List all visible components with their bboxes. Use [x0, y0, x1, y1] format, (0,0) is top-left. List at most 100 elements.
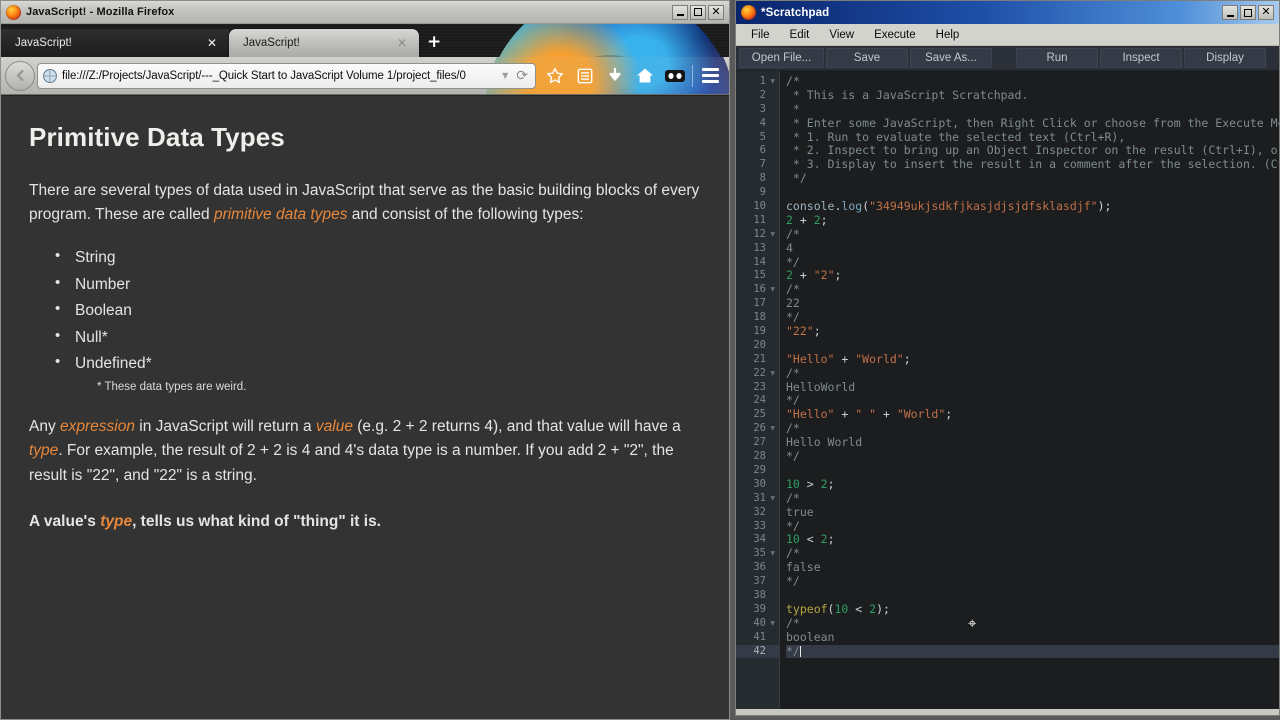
- new-tab-button[interactable]: +: [419, 34, 451, 57]
- code-token: +: [792, 268, 814, 283]
- code-token: /*: [786, 615, 800, 630]
- code-token: "World": [855, 351, 904, 366]
- hamburger-menu-icon[interactable]: [695, 61, 725, 91]
- line-number: 16 ▼: [753, 283, 775, 297]
- code-line: *: [786, 101, 1279, 117]
- para2-part-b: in JavaScript will return a: [134, 417, 316, 435]
- firefox-logo-icon: [741, 5, 756, 20]
- code-token: */: [786, 254, 800, 269]
- code-line: /*: [786, 226, 1279, 242]
- code-token: ;: [945, 407, 953, 422]
- line-number: 17: [753, 297, 766, 310]
- line-number: 29: [753, 463, 766, 476]
- code-token: false: [786, 560, 821, 575]
- code-line: 10 > 2;: [786, 476, 1279, 492]
- scratchpad-titlebar[interactable]: *Scratchpad ✕: [736, 1, 1279, 24]
- chevron-down-icon[interactable]: ▼: [497, 71, 513, 80]
- menu-file[interactable]: File: [742, 27, 779, 43]
- home-icon[interactable]: [630, 61, 660, 91]
- firefox-titlebar[interactable]: JavaScript! - Mozilla Firefox ✕: [1, 1, 729, 24]
- inspect-button[interactable]: Inspect: [1100, 48, 1182, 68]
- code-token: *: [786, 101, 800, 116]
- code-token: +: [834, 351, 856, 366]
- back-button[interactable]: [5, 60, 35, 91]
- code-token: "World": [896, 407, 946, 422]
- code-line: console.log("34949ukjsdkfjkasjdjsjdfskla…: [786, 199, 1279, 214]
- code-line: boolean: [786, 629, 1279, 645]
- bookmark-star-icon[interactable]: [540, 61, 570, 91]
- fold-arrow-icon[interactable]: ▼: [769, 492, 775, 506]
- list-item: Number: [53, 272, 701, 297]
- menu-view[interactable]: View: [820, 27, 863, 43]
- maximize-button[interactable]: [1240, 5, 1256, 20]
- code-token: >: [799, 476, 821, 491]
- maximize-button[interactable]: [690, 4, 706, 20]
- para3-emphasis-type: type: [100, 513, 133, 531]
- code-line: /*: [786, 366, 1279, 381]
- para2-emphasis-expression: expression: [60, 417, 135, 435]
- code-token: boolean: [786, 629, 835, 644]
- menu-help[interactable]: Help: [927, 27, 969, 43]
- fold-arrow-icon[interactable]: ▼: [769, 283, 775, 297]
- code-line: /*: [786, 282, 1279, 297]
- code-line: 2 + 2;: [786, 212, 1279, 228]
- code-token: ;: [813, 324, 821, 339]
- code-line: false: [786, 560, 1279, 575]
- page-content: Primitive Data Types There are several t…: [1, 95, 729, 719]
- line-number: 39: [753, 602, 766, 615]
- code-token: /*: [786, 226, 800, 241]
- page-paragraph-1: There are several types of data used in …: [29, 179, 701, 228]
- fold-arrow-icon[interactable]: ▼: [769, 75, 775, 89]
- address-bar[interactable]: file:///Z:/Projects/JavaScript/---_Quick…: [37, 62, 536, 89]
- scratchpad-code-editor[interactable]: 1 ▼ 2 3 4 5 6 7 8 9 10 11 12 ▼ 13 14 15 16 ▼ 17 18 19 20 21 22 ▼ 2…: [736, 71, 1279, 709]
- display-button[interactable]: Display: [1184, 48, 1266, 68]
- line-number: 8: [759, 172, 766, 185]
- minimize-button[interactable]: [672, 4, 688, 20]
- code-token: * 1. Run to evaluate the selected text (…: [786, 129, 1126, 144]
- code-line: */: [786, 171, 1279, 186]
- code-token: 2: [786, 212, 793, 227]
- line-number: 21: [753, 352, 766, 365]
- browser-tab-1[interactable]: JavaScript! ✕: [1, 29, 229, 57]
- code-token: "22": [786, 324, 814, 339]
- line-number: 42: [736, 644, 779, 659]
- line-number: 14: [753, 255, 766, 268]
- para2-emphasis-value: value: [315, 417, 353, 435]
- code-token: /*: [786, 421, 800, 436]
- code-token: +: [834, 407, 856, 422]
- fold-arrow-icon[interactable]: ▼: [769, 422, 775, 436]
- code-text-area[interactable]: /* * This is a JavaScript Scratchpad. * …: [780, 71, 1279, 709]
- fold-arrow-icon[interactable]: ▼: [769, 367, 775, 381]
- fold-arrow-icon[interactable]: ▼: [769, 547, 775, 561]
- page-paragraph-2: Any expression in JavaScript will return…: [29, 415, 701, 488]
- minimize-button[interactable]: [1222, 5, 1238, 20]
- code-token: */: [786, 393, 800, 408]
- reader-list-icon[interactable]: [570, 61, 600, 91]
- code-line: typeof(10 < 2);: [786, 601, 1279, 617]
- close-button[interactable]: ✕: [1258, 5, 1274, 20]
- code-token: * This is a JavaScript Scratchpad.: [786, 87, 1029, 102]
- browser-tab-1-close-icon[interactable]: ✕: [203, 37, 221, 49]
- menu-edit[interactable]: Edit: [781, 27, 819, 43]
- code-token: 10: [786, 476, 800, 491]
- open-file-button[interactable]: Open File...: [739, 48, 824, 68]
- browser-tab-2[interactable]: JavaScript! ✕: [229, 29, 419, 57]
- addon-mask-icon[interactable]: [660, 61, 690, 91]
- fold-arrow-icon[interactable]: ▼: [769, 228, 775, 242]
- fold-arrow-icon[interactable]: ▼: [769, 617, 775, 631]
- browser-tab-2-close-icon[interactable]: ✕: [393, 37, 411, 49]
- page-footnote: * These data types are weird.: [97, 380, 247, 393]
- line-number: 37: [753, 575, 766, 588]
- code-token: * 2. Inspect to bring up an Object Inspe…: [786, 143, 1279, 158]
- downloads-icon[interactable]: [600, 61, 630, 91]
- menu-execute[interactable]: Execute: [865, 27, 925, 43]
- code-token: 10: [834, 601, 849, 616]
- run-button[interactable]: Run: [1016, 48, 1098, 68]
- save-as-button[interactable]: Save As...: [910, 48, 992, 68]
- code-line: "Hello" + " " + "World";: [786, 407, 1279, 422]
- save-button[interactable]: Save: [826, 48, 908, 68]
- close-button[interactable]: ✕: [708, 4, 724, 20]
- line-number: 33: [753, 519, 766, 532]
- reload-icon[interactable]: ⟳: [513, 68, 531, 84]
- code-token: 4: [786, 240, 793, 255]
